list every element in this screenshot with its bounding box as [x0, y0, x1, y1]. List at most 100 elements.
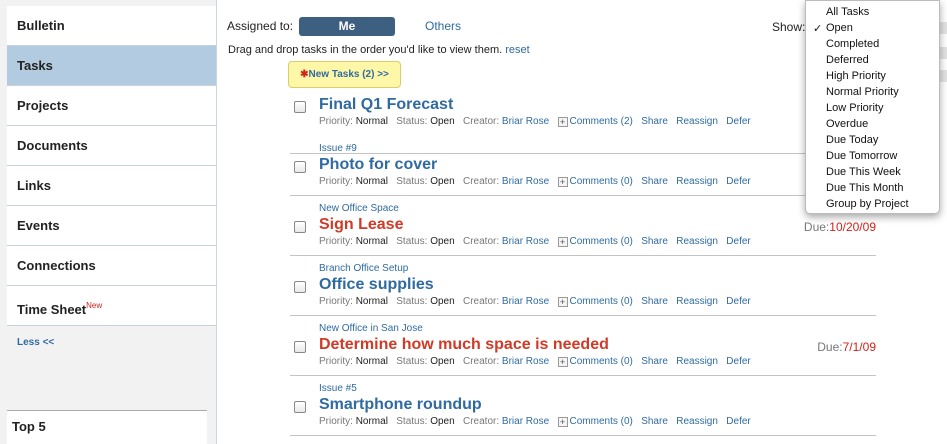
- menu-item-normal-priority[interactable]: Normal Priority: [826, 84, 899, 100]
- defer-link[interactable]: Defer: [726, 176, 750, 187]
- comments-link[interactable]: Comments (0): [570, 176, 633, 187]
- task-project-link[interactable]: Issue #5: [319, 383, 357, 394]
- status-label: Status:: [396, 296, 428, 307]
- share-link[interactable]: Share: [641, 116, 668, 127]
- creator-link[interactable]: Briar Rose: [502, 356, 549, 367]
- task-row[interactable]: Issue #5 Smartphone roundup Priority: No…: [290, 380, 876, 436]
- creator-label: Creator:: [463, 116, 500, 127]
- due-value: 7/1/09: [842, 340, 876, 354]
- assigned-others-link[interactable]: Others: [425, 19, 461, 33]
- task-title[interactable]: Determine how much space is needed: [319, 336, 609, 354]
- creator-link[interactable]: Briar Rose: [502, 416, 549, 427]
- menu-item-due-today[interactable]: Due Today: [826, 132, 878, 148]
- defer-link[interactable]: Defer: [726, 296, 750, 307]
- task-checkbox[interactable]: [294, 221, 306, 233]
- expand-icon[interactable]: +: [557, 417, 568, 427]
- new-tasks-button[interactable]: ✱New Tasks (2) >>: [288, 61, 401, 88]
- task-meta: Priority: Normal Status: Open Creator: B…: [319, 296, 751, 307]
- menu-item-group-by-project[interactable]: Group by Project: [826, 196, 909, 212]
- reassign-link[interactable]: Reassign: [676, 356, 718, 367]
- expand-icon[interactable]: +: [557, 297, 568, 307]
- share-link[interactable]: Share: [641, 296, 668, 307]
- sidebar-item-documents[interactable]: Documents: [7, 126, 216, 166]
- menu-item-due-this-month[interactable]: Due This Month: [826, 180, 903, 196]
- reassign-link[interactable]: Reassign: [676, 416, 718, 427]
- menu-item-overdue[interactable]: Overdue: [826, 116, 868, 132]
- reassign-link[interactable]: Reassign: [676, 236, 718, 247]
- task-row[interactable]: New Office Space Sign Lease Due:10/20/09…: [290, 200, 876, 256]
- sidebar-item-time-sheet[interactable]: Time SheetNew: [7, 286, 216, 326]
- comments-link[interactable]: Comments (0): [570, 296, 633, 307]
- creator-label: Creator:: [463, 176, 500, 187]
- menu-item-open[interactable]: Open: [826, 20, 853, 36]
- menu-item-completed[interactable]: Completed: [826, 36, 879, 52]
- defer-link[interactable]: Defer: [726, 236, 750, 247]
- comments-link[interactable]: Comments (0): [570, 356, 633, 367]
- task-title[interactable]: Final Q1 Forecast: [319, 96, 453, 114]
- menu-item-due-this-week[interactable]: Due This Week: [826, 164, 901, 180]
- task-row[interactable]: Branch Office Setup Office supplies Prio…: [290, 260, 876, 316]
- menu-item-due-tomorrow[interactable]: Due Tomorrow: [826, 148, 897, 164]
- creator-link[interactable]: Briar Rose: [502, 236, 549, 247]
- task-title[interactable]: Photo for cover: [319, 156, 437, 174]
- sidebar-item-label: Connections: [17, 258, 96, 273]
- task-project-link[interactable]: Issue #9: [319, 143, 357, 154]
- comments-link[interactable]: Comments (0): [570, 236, 633, 247]
- sidebar-item-label: Time Sheet: [17, 302, 87, 317]
- menu-item-deferred[interactable]: Deferred: [826, 52, 869, 68]
- due-date: Due:10/20/09: [804, 220, 876, 234]
- creator-label: Creator:: [463, 296, 500, 307]
- sidebar-item-projects[interactable]: Projects: [7, 86, 216, 126]
- reassign-link[interactable]: Reassign: [676, 176, 718, 187]
- expand-icon[interactable]: +: [557, 237, 568, 247]
- expand-icon[interactable]: +: [557, 357, 568, 367]
- share-link[interactable]: Share: [641, 176, 668, 187]
- task-row[interactable]: New Office in San Jose Determine how muc…: [290, 320, 876, 376]
- reset-link[interactable]: reset: [505, 44, 529, 56]
- task-title[interactable]: Sign Lease: [319, 216, 403, 234]
- creator-link[interactable]: Briar Rose: [502, 176, 549, 187]
- task-checkbox[interactable]: [294, 161, 306, 173]
- task-checkbox[interactable]: [294, 281, 306, 293]
- task-project-link[interactable]: New Office Space: [319, 203, 399, 214]
- task-title[interactable]: Smartphone roundup: [319, 396, 482, 414]
- task-checkbox[interactable]: [294, 401, 306, 413]
- task-meta: Priority: Normal Status: Open Creator: B…: [319, 116, 751, 127]
- task-project-link[interactable]: Branch Office Setup: [319, 263, 408, 274]
- share-link[interactable]: Share: [641, 416, 668, 427]
- sidebar-item-bulletin[interactable]: Bulletin: [7, 6, 216, 46]
- share-link[interactable]: Share: [641, 236, 668, 247]
- defer-link[interactable]: Defer: [726, 116, 750, 127]
- menu-item-high-priority[interactable]: High Priority: [826, 68, 886, 84]
- assigned-me-button[interactable]: Me: [299, 17, 395, 36]
- task-title[interactable]: Office supplies: [319, 276, 434, 294]
- priority-value: Normal: [355, 356, 388, 367]
- task-checkbox[interactable]: [294, 341, 306, 353]
- comments-link[interactable]: Comments (0): [570, 416, 633, 427]
- less-link[interactable]: Less <<: [17, 337, 54, 348]
- reassign-link[interactable]: Reassign: [676, 296, 718, 307]
- reassign-link[interactable]: Reassign: [676, 116, 718, 127]
- sidebar-item-events[interactable]: Events: [7, 206, 216, 246]
- priority-label: Priority:: [319, 356, 353, 367]
- expand-icon[interactable]: +: [557, 177, 568, 187]
- defer-link[interactable]: Defer: [726, 356, 750, 367]
- sidebar-item-connections[interactable]: Connections: [7, 246, 216, 286]
- creator-link[interactable]: Briar Rose: [502, 116, 549, 127]
- menu-item-all-tasks[interactable]: All Tasks: [826, 4, 869, 20]
- creator-label: Creator:: [463, 236, 500, 247]
- status-value: Open: [430, 116, 455, 127]
- share-link[interactable]: Share: [641, 356, 668, 367]
- ghost-strip: [940, 70, 947, 82]
- creator-link[interactable]: Briar Rose: [502, 296, 549, 307]
- comments-link[interactable]: Comments (2): [570, 116, 633, 127]
- defer-link[interactable]: Defer: [726, 416, 750, 427]
- menu-item-low-priority[interactable]: Low Priority: [826, 100, 883, 116]
- task-row[interactable]: Issue #9 Photo for cover Priority: Norma…: [290, 140, 876, 196]
- task-project-link[interactable]: New Office in San Jose: [319, 323, 423, 334]
- sidebar-item-tasks[interactable]: Tasks: [7, 46, 216, 86]
- expand-icon[interactable]: +: [557, 117, 568, 127]
- show-dropdown-menu[interactable]: ✓ All Tasks Open Completed Deferred High…: [805, 0, 940, 214]
- task-checkbox[interactable]: [294, 101, 306, 113]
- sidebar-item-links[interactable]: Links: [7, 166, 216, 206]
